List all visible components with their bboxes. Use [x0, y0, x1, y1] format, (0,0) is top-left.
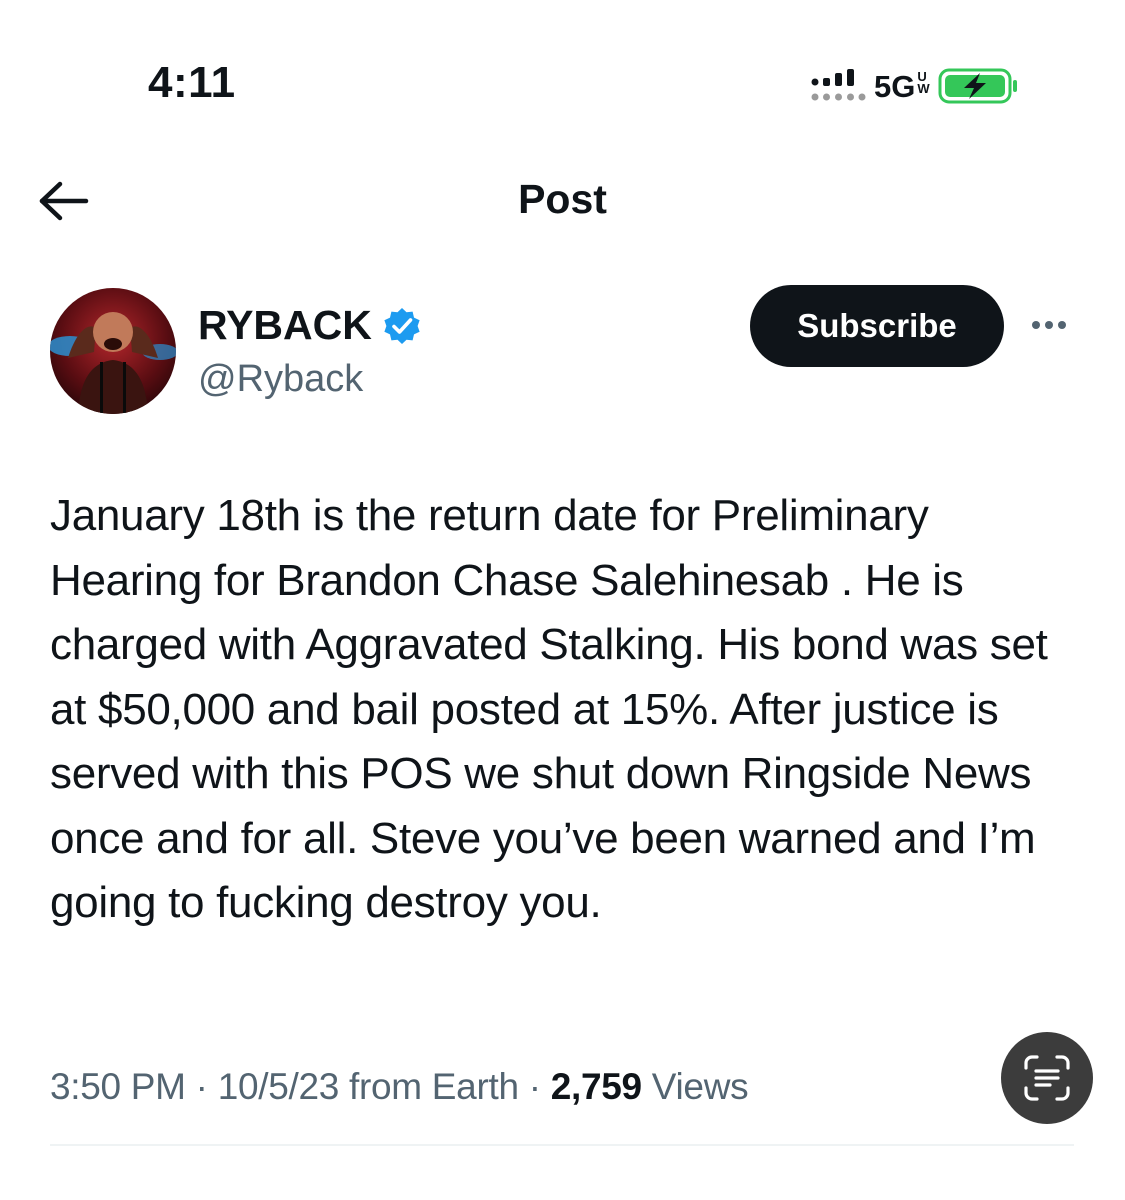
more-horizontal-icon[interactable]	[1024, 310, 1074, 340]
status-time: 4:11	[148, 58, 236, 107]
more-dot	[1045, 321, 1053, 329]
page-title: Post	[518, 176, 607, 222]
avatar[interactable]	[50, 288, 176, 414]
post-time[interactable]: 3:50 PM	[50, 1066, 186, 1107]
live-text-scan-icon	[1024, 1055, 1070, 1101]
views-count[interactable]: 2,759	[551, 1066, 642, 1107]
verified-badge-icon	[384, 307, 420, 344]
network-type: 5G U W	[874, 68, 930, 104]
status-indicators: 5G U W	[810, 66, 1020, 106]
author-handle[interactable]: @Ryback	[198, 358, 363, 401]
live-text-scan-button[interactable]	[1001, 1032, 1093, 1124]
more-dot	[1058, 321, 1066, 329]
battery-charging-icon	[938, 68, 1017, 104]
author-name-label: RYBACK	[198, 302, 372, 348]
network-sub-bottom: W	[917, 80, 930, 96]
divider	[50, 1144, 1074, 1146]
meta-separator: ·	[518, 1066, 551, 1107]
post-text: January 18th is the return date for Prel…	[50, 491, 1048, 927]
signal-icon	[811, 69, 866, 101]
network-label: 5G	[874, 68, 916, 104]
avatar-image	[50, 288, 176, 414]
views-label[interactable]: Views	[652, 1066, 749, 1107]
post-date-source[interactable]: 10/5/23 from Earth	[218, 1066, 519, 1107]
more-dot	[1032, 321, 1040, 329]
author-name[interactable]: RYBACK	[198, 302, 422, 349]
post-meta: 3:50 PM · 10/5/23 from Earth · 2,759 Vie…	[50, 1066, 749, 1108]
subscribe-button[interactable]: Subscribe	[750, 285, 1004, 367]
network-sub-label: U W	[917, 70, 930, 96]
meta-separator: ·	[185, 1066, 218, 1107]
